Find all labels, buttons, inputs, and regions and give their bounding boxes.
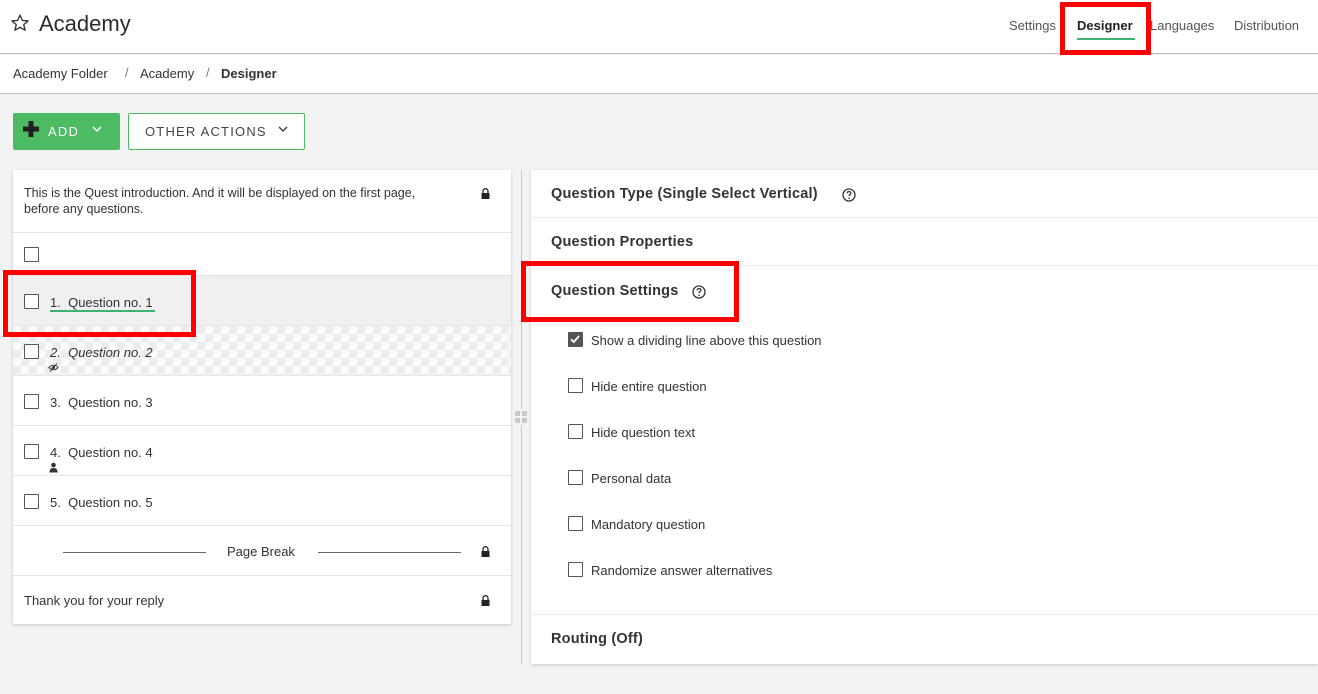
intro-row[interactable]: This is the Quest introduction. And it w… — [13, 170, 511, 233]
question-checkbox[interactable] — [24, 444, 39, 459]
page-break-line — [318, 552, 461, 553]
thanks-row[interactable]: Thank you for your reply — [13, 576, 511, 624]
question-checkbox[interactable] — [24, 494, 39, 509]
help-icon[interactable] — [842, 188, 856, 202]
page-break-line — [63, 552, 206, 553]
breadcrumb-separator: / — [206, 65, 210, 80]
highlight-box-question-1 — [3, 270, 196, 337]
setting-label: Personal data — [591, 471, 672, 486]
other-actions-button[interactable]: OTHER ACTIONS — [128, 113, 305, 150]
setting-label: Show a dividing line above this question — [591, 333, 822, 348]
other-actions-label: OTHER ACTIONS — [145, 124, 267, 139]
setting-checkbox[interactable] — [568, 516, 583, 531]
breadcrumb-separator: / — [125, 65, 129, 80]
nav-distribution[interactable]: Distribution — [1234, 18, 1299, 33]
question-row[interactable]: 3. Question no. 3 — [13, 376, 511, 426]
star-icon[interactable] — [10, 13, 30, 33]
highlight-box-designer — [1060, 2, 1151, 55]
question-label: 4. Question no. 4 — [50, 445, 153, 460]
breadcrumb-academy[interactable]: Academy — [140, 66, 194, 81]
setting-checkbox[interactable] — [568, 332, 583, 347]
app-title: Academy — [39, 11, 131, 36]
nav-languages[interactable]: Languages — [1150, 18, 1214, 33]
question-checkbox[interactable] — [24, 344, 39, 359]
chevron-down-icon — [278, 126, 288, 133]
add-button[interactable]: ADD — [13, 113, 120, 150]
question-label: 3. Question no. 3 — [50, 395, 153, 410]
setting-checkbox[interactable] — [568, 424, 583, 439]
properties-panel: Question Type (Single Select Vertical) Q… — [531, 170, 1318, 664]
chevron-down-icon — [92, 126, 102, 133]
checkmark-icon — [570, 335, 580, 344]
question-type-header[interactable]: Question Type (Single Select Vertical) — [551, 186, 818, 202]
setting-checkbox[interactable] — [568, 562, 583, 577]
plus-icon — [23, 121, 39, 137]
breadcrumb: Academy Folder / Academy / Designer — [0, 55, 1318, 94]
select-all-checkbox[interactable] — [24, 247, 39, 262]
nav-settings[interactable]: Settings — [1009, 18, 1056, 33]
thanks-text: Thank you for your reply — [24, 593, 165, 608]
question-label: 5. Question no. 5 — [50, 495, 153, 510]
add-button-label: ADD — [48, 124, 80, 139]
routing-header[interactable]: Routing (Off) — [551, 631, 643, 647]
setting-label: Hide question text — [591, 425, 696, 440]
lock-icon — [481, 595, 490, 606]
hidden-eye-icon — [48, 363, 59, 372]
intro-text: This is the Quest introduction. And it w… — [24, 186, 416, 216]
lock-icon — [481, 188, 490, 199]
question-properties-header[interactable]: Question Properties — [551, 234, 693, 250]
setting-label: Randomize answer alternatives — [591, 563, 773, 578]
section-divider — [531, 217, 1318, 218]
setting-label: Mandatory question — [591, 517, 706, 532]
resize-handle[interactable] — [513, 409, 529, 425]
question-label: 2. Question no. 2 — [50, 345, 153, 360]
grid-handle-icon — [515, 411, 527, 423]
setting-label: Hide entire question — [591, 379, 707, 394]
lock-icon — [481, 546, 490, 557]
section-divider — [531, 614, 1318, 615]
setting-checkbox[interactable] — [568, 378, 583, 393]
setting-checkbox[interactable] — [568, 470, 583, 485]
question-checkbox[interactable] — [24, 394, 39, 409]
page-break-label: Page Break — [227, 544, 295, 559]
page-break-row[interactable]: Page Break — [13, 526, 511, 576]
question-row[interactable]: 4. Question no. 4 — [13, 426, 511, 476]
breadcrumb-academy-folder[interactable]: Academy Folder — [13, 66, 108, 81]
highlight-box-question-settings — [521, 261, 739, 322]
question-list-panel: This is the Quest introduction. And it w… — [13, 170, 511, 624]
breadcrumb-current: Designer — [221, 66, 277, 81]
person-icon — [49, 462, 58, 473]
question-row[interactable]: 5. Question no. 5 — [13, 476, 511, 526]
